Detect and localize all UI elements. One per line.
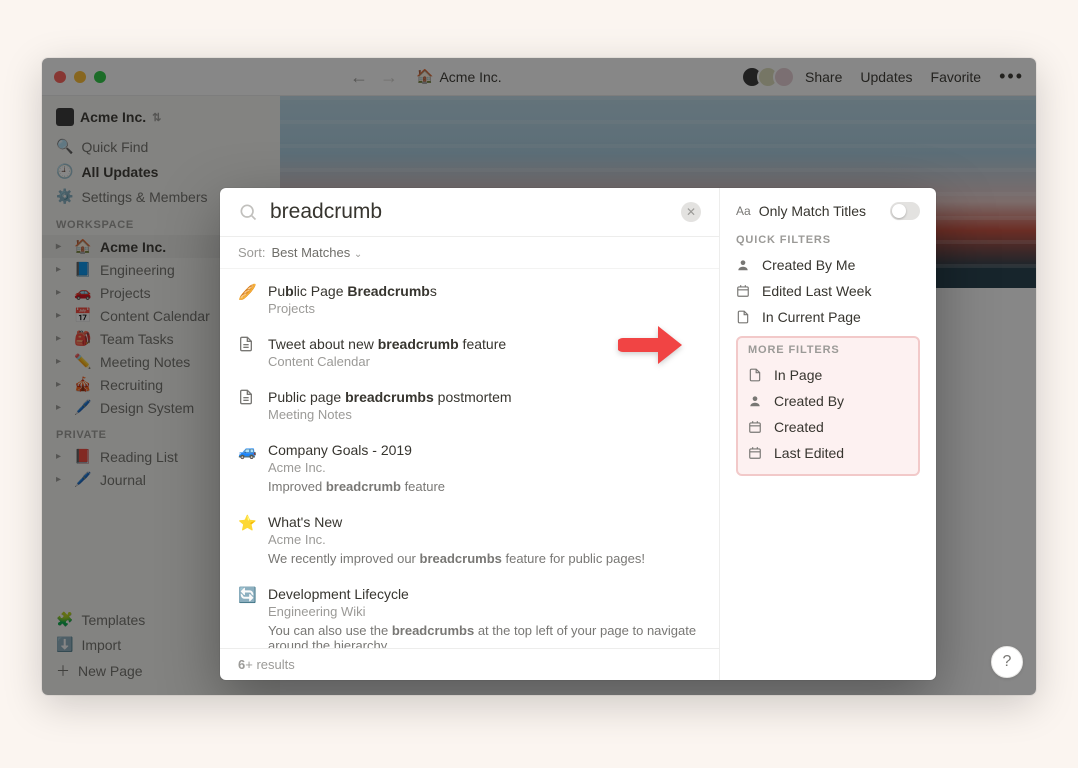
search-icon — [238, 202, 258, 222]
filter-label: In Current Page — [762, 309, 861, 325]
search-result[interactable]: ⭐ What's New Acme Inc. We recently improved… — [220, 504, 719, 576]
person-icon — [748, 394, 764, 408]
result-icon: 🚙 — [238, 442, 256, 494]
filter-label: Created By Me — [762, 257, 855, 273]
clear-search-icon[interactable]: ✕ — [681, 202, 701, 222]
help-button[interactable]: ? — [991, 646, 1023, 678]
person-icon — [736, 258, 752, 272]
only-titles-toggle[interactable] — [890, 202, 920, 220]
result-snippet: Improved breadcrumb feature — [268, 479, 701, 494]
result-icon — [238, 336, 256, 369]
more-filters-header: MORE FILTERS — [748, 344, 908, 356]
filter-label: Created By — [774, 393, 844, 409]
callout-arrow-icon — [618, 320, 688, 370]
result-title: Development Lifecycle — [268, 586, 701, 602]
quick-filters-header: QUICK FILTERS — [736, 234, 920, 246]
filter-label: Created — [774, 419, 824, 435]
result-icon — [238, 389, 256, 422]
result-subtitle: Acme Inc. — [268, 532, 701, 547]
filter-label: In Page — [774, 367, 822, 383]
search-result[interactable]: 🥖 Public Page Breadcrumbs Projects — [220, 273, 719, 326]
app-window: ← → 🏠 Acme Inc. Share Updates Favorite •… — [42, 58, 1036, 695]
sort-value: Best Matches — [271, 245, 350, 260]
calendar-icon — [736, 284, 752, 298]
result-title: Company Goals - 2019 — [268, 442, 701, 458]
results-footer: 6+ results — [220, 648, 719, 680]
result-icon: 🔄 — [238, 586, 256, 648]
quick-filter-item[interactable]: In Current Page — [736, 304, 920, 330]
result-title: What's New — [268, 514, 701, 530]
filter-label: Edited Last Week — [762, 283, 871, 299]
result-subtitle: Meeting Notes — [268, 407, 701, 422]
result-title: Public page breadcrumbs postmortem — [268, 389, 701, 405]
more-filter-item[interactable]: Created — [748, 414, 908, 440]
calendar-icon — [748, 420, 764, 434]
result-snippet: You can also use the breadcrumbs at the … — [268, 623, 701, 648]
more-filter-item[interactable]: In Page — [748, 362, 908, 388]
result-icon: ⭐ — [238, 514, 256, 566]
search-result[interactable]: 🚙 Company Goals - 2019 Acme Inc. Improved b… — [220, 432, 719, 504]
more-filters-box: MORE FILTERS In Page Created By Created Las… — [736, 336, 920, 476]
result-title: Public Page Breadcrumbs — [268, 283, 701, 299]
page-icon — [748, 368, 764, 382]
search-result[interactable]: 🔄 Development Lifecycle Engineering Wiki Yo… — [220, 576, 719, 648]
filter-label: Last Edited — [774, 445, 844, 461]
sort-row: Sort: Best Matches ⌄ — [220, 237, 719, 269]
results-suffix: + results — [245, 657, 295, 672]
result-subtitle: Engineering Wiki — [268, 604, 701, 619]
sort-label: Sort: — [238, 245, 265, 260]
match-case-icon: Aa — [736, 204, 751, 218]
result-subtitle: Acme Inc. — [268, 460, 701, 475]
result-icon: 🥖 — [238, 283, 256, 316]
calendar-icon — [748, 446, 764, 460]
quick-filter-item[interactable]: Created By Me — [736, 252, 920, 278]
chevron-down-icon: ⌄ — [354, 249, 362, 260]
search-result[interactable]: Public page breadcrumbs postmortem Meetin… — [220, 379, 719, 432]
only-titles-label: Only Match Titles — [759, 203, 866, 219]
search-modal: ✕ Sort: Best Matches ⌄ 🥖 Public Page Brea… — [220, 188, 936, 680]
search-input[interactable] — [270, 200, 669, 224]
result-subtitle: Projects — [268, 301, 701, 316]
sort-menu[interactable]: Best Matches ⌄ — [271, 245, 362, 260]
result-snippet: We recently improved our breadcrumbs fea… — [268, 551, 701, 566]
quick-filter-item[interactable]: Edited Last Week — [736, 278, 920, 304]
more-filter-item[interactable]: Created By — [748, 388, 908, 414]
page-icon — [736, 310, 752, 324]
more-filter-item[interactable]: Last Edited — [748, 440, 908, 466]
